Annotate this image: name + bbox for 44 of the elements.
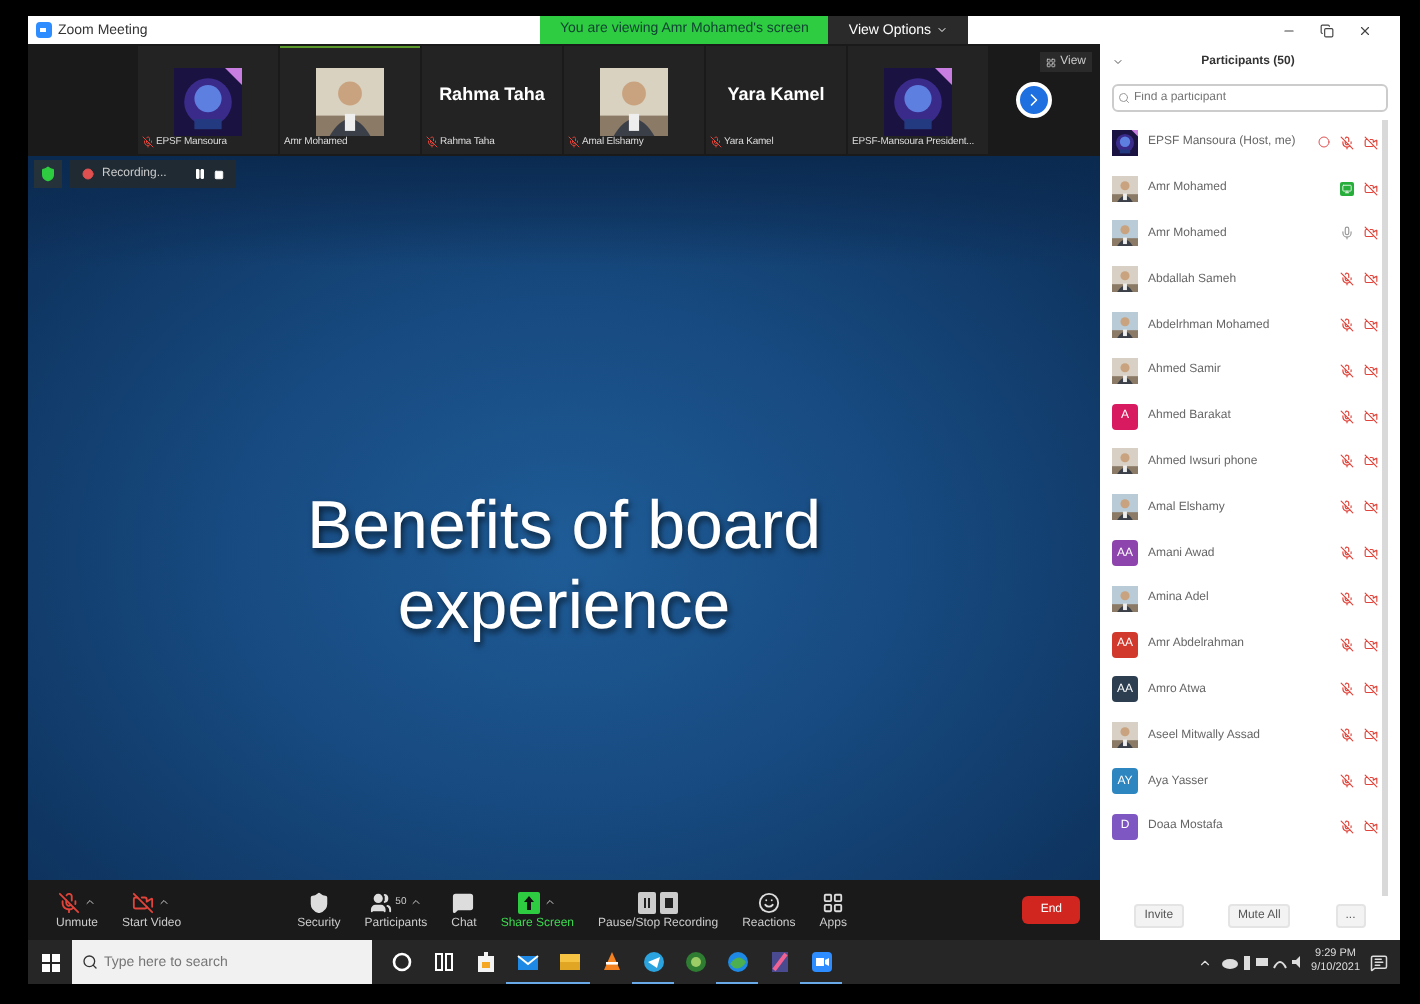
- shield-icon: [307, 891, 330, 913]
- caret-icon[interactable]: [410, 896, 423, 908]
- traffic-cone-icon: [599, 949, 623, 973]
- shopping-bag-icon: [473, 949, 497, 973]
- app-logo-icon: [36, 22, 52, 38]
- next-page-button[interactable]: [1016, 82, 1052, 118]
- security-badge[interactable]: [34, 160, 62, 188]
- slide-title: Benefits of board experience: [304, 486, 824, 646]
- paper-plane-icon: [641, 949, 665, 973]
- task-view-icon: [431, 949, 455, 973]
- restore-icon[interactable]: [1320, 23, 1334, 37]
- stop-icon[interactable]: [214, 169, 225, 179]
- mail-icon: [515, 949, 539, 973]
- grid-icon: [1046, 57, 1057, 67]
- paint-icon: [767, 949, 791, 973]
- video-off-icon: [132, 891, 155, 913]
- muted-mic-icon: [58, 891, 80, 913]
- search-icon: [1118, 92, 1130, 104]
- pause-stop-icon: [638, 891, 679, 913]
- pause-icon[interactable]: [194, 168, 207, 180]
- circle-icon: [389, 949, 413, 973]
- caret-icon: [935, 24, 948, 36]
- video-camera-icon: [809, 949, 833, 973]
- smile-icon: [757, 891, 780, 913]
- apps-icon: [822, 891, 845, 913]
- chat-icon: [452, 891, 475, 913]
- participant-name: Yara Kamel: [727, 83, 825, 103]
- folder-icon: [557, 949, 581, 973]
- record-icon: [82, 168, 94, 180]
- search-icon: [82, 954, 98, 970]
- participant-name: Rahma Taha: [439, 83, 545, 103]
- notifications-icon[interactable]: [1370, 953, 1388, 971]
- caret-icon[interactable]: [158, 896, 171, 908]
- ring-app-icon: [683, 949, 707, 973]
- caret-icon[interactable]: [84, 896, 96, 908]
- shield-icon: [40, 166, 56, 182]
- caret-icon[interactable]: [544, 896, 557, 908]
- browser-icon: [725, 949, 749, 973]
- start-icon: [41, 953, 59, 971]
- close-icon[interactable]: [1358, 23, 1372, 37]
- tray-icons-drawing[interactable]: [1221, 954, 1302, 970]
- share-screen-icon: [518, 891, 541, 913]
- tray-caret-icon[interactable]: [1197, 955, 1212, 969]
- people-icon: [369, 891, 392, 913]
